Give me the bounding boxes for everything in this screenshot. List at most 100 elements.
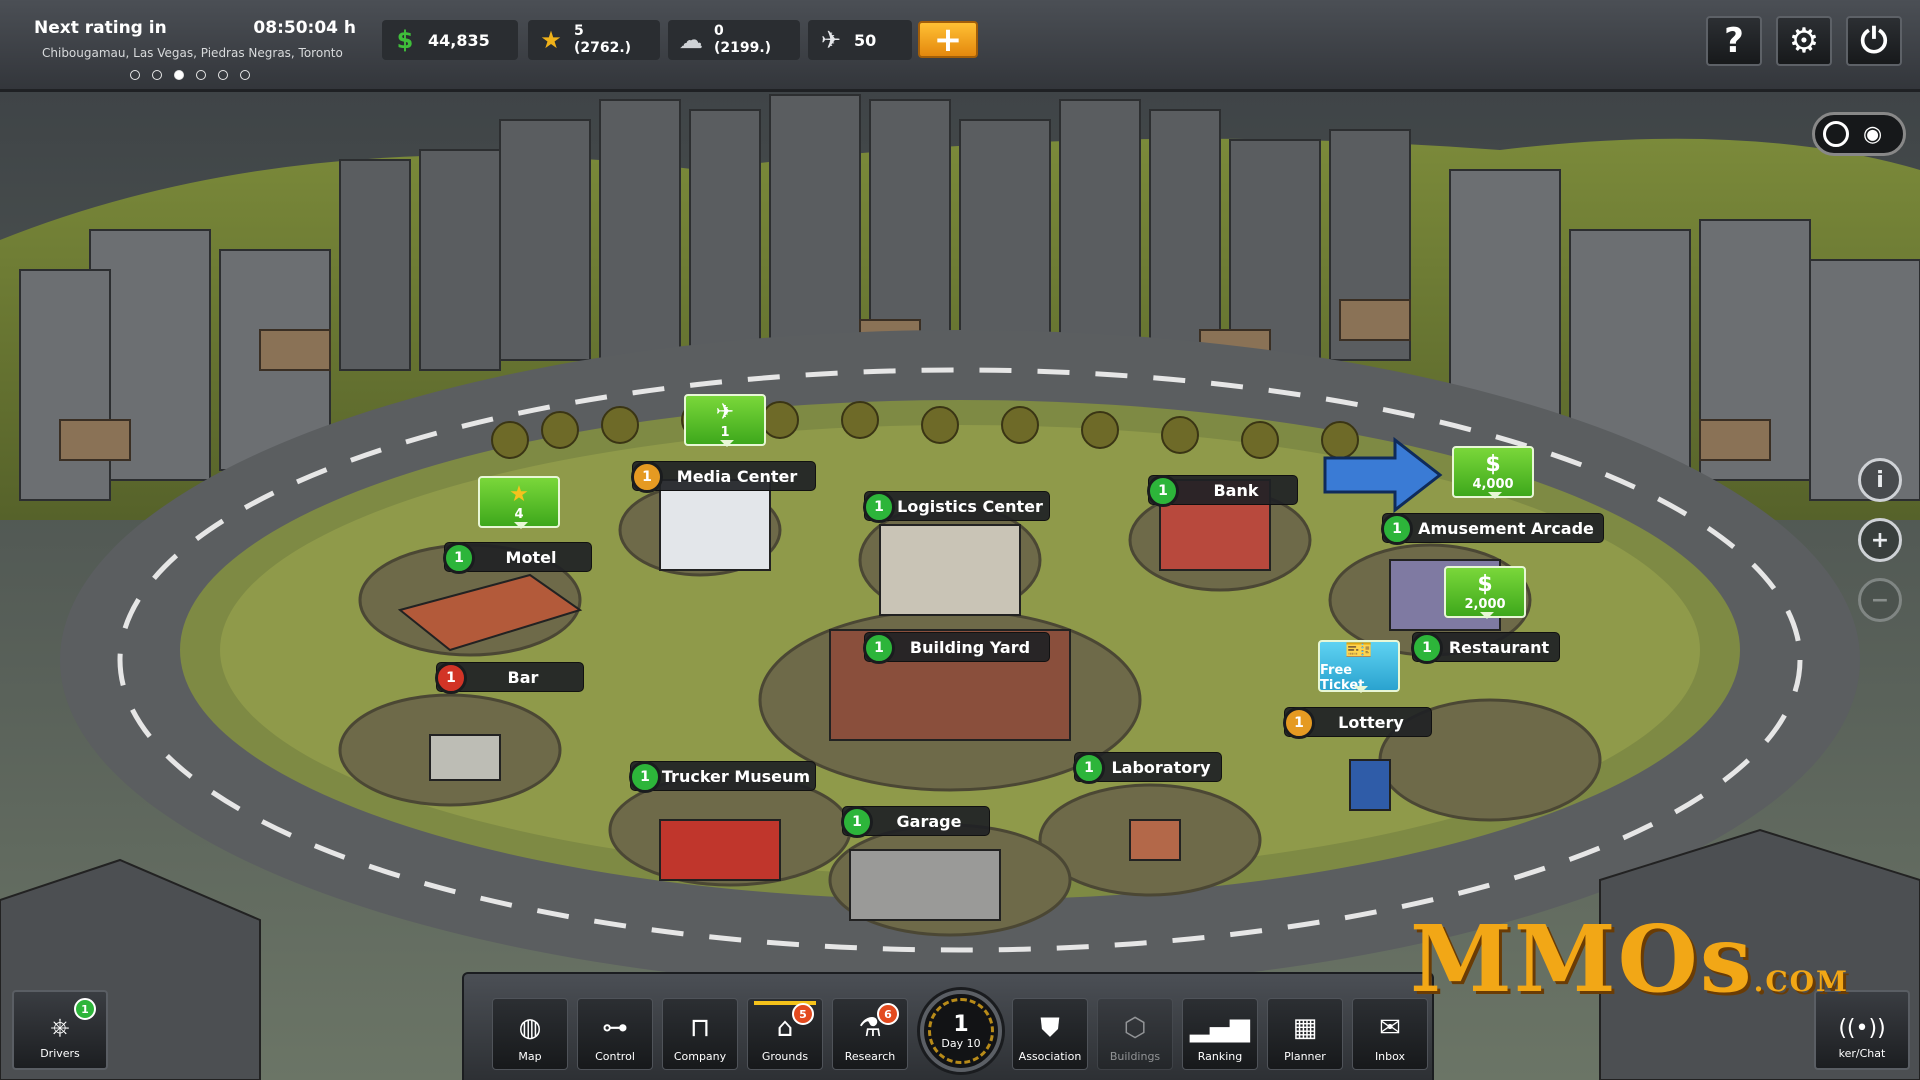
nav-label: Planner: [1284, 1050, 1326, 1063]
nav-company-button[interactable]: ⊓ Company: [662, 998, 738, 1070]
dollar-icon: $: [396, 26, 414, 54]
add-currency-button[interactable]: +: [918, 19, 978, 60]
nav-buildings-button[interactable]: ⬡ Buildings: [1097, 998, 1173, 1070]
tickets-stat[interactable]: ✈ 50: [808, 20, 912, 60]
help-button[interactable]: ?: [1706, 16, 1762, 66]
steering-wheel-icon: ⎈: [50, 1013, 70, 1041]
location-restaurant[interactable]: 1 Restaurant: [1411, 632, 1560, 664]
location-laboratory[interactable]: 1 Laboratory: [1073, 752, 1222, 784]
nav-grounds-button[interactable]: ⌂ Grounds 5: [747, 998, 823, 1070]
plus-icon: +: [933, 19, 963, 60]
restaurant-reward-bubble[interactable]: $ 2,000: [1444, 566, 1526, 619]
zoom-out-button[interactable]: −: [1858, 578, 1902, 622]
nav-research-button[interactable]: ⚗ Research 6: [832, 998, 908, 1070]
level-badge: 1: [863, 491, 895, 523]
company-icon: ⊓: [689, 1013, 711, 1043]
logout-button[interactable]: ⏻: [1846, 16, 1902, 66]
page-dot[interactable]: [152, 70, 162, 80]
nav-map-button[interactable]: ◍ Map: [492, 998, 568, 1070]
page-dot-active[interactable]: [174, 70, 184, 80]
drivers-label: Drivers: [40, 1047, 80, 1060]
location-trucker-museum[interactable]: 1 Trucker Museum: [629, 761, 816, 793]
nav-label: Company: [673, 1050, 727, 1063]
level-badge: 1: [435, 662, 467, 694]
level-badge: 1: [1381, 513, 1413, 545]
nav-label: Buildings: [1109, 1050, 1161, 1063]
rating-panel[interactable]: Next rating in 08:50:04 h Chibougamau, L…: [22, 12, 370, 88]
location-bar[interactable]: 1 Bar: [435, 662, 584, 694]
page-dot[interactable]: [196, 70, 206, 80]
location-media-center[interactable]: 1 Media Center: [631, 461, 816, 493]
location-amusement-arcade[interactable]: 1 Amusement Arcade: [1381, 513, 1604, 545]
eye-hidden-icon: ◉: [1863, 121, 1883, 147]
level-badge: 1: [863, 632, 895, 664]
lottery-free-ticket-bubble[interactable]: 🎫 Free Ticket: [1318, 638, 1400, 693]
nav-association-button[interactable]: ⛊ Association: [1012, 998, 1088, 1070]
ticket-icon: ✈: [820, 26, 842, 54]
location-logistics-center[interactable]: 1 Logistics Center: [863, 491, 1050, 523]
gear-icon: ⚙: [1788, 21, 1820, 61]
day-counter[interactable]: 1 Day 10: [920, 990, 1002, 1072]
page-dot[interactable]: [218, 70, 228, 80]
visibility-toggle[interactable]: ◉: [1812, 112, 1906, 156]
bubble-value: 4: [514, 506, 524, 522]
page-dot[interactable]: [240, 70, 250, 80]
shield-icon: ⛊: [1040, 1013, 1060, 1043]
money-stat[interactable]: $ 44,835: [382, 20, 518, 60]
info-icon: i: [1876, 467, 1884, 493]
settings-button[interactable]: ⚙: [1776, 16, 1832, 66]
fans-icon: ☁: [679, 26, 703, 54]
level-badge: 1: [443, 542, 475, 574]
arcade-reward-bubble[interactable]: $ 4,000: [1452, 446, 1534, 499]
rating-label: Next rating in: [34, 18, 167, 38]
star-icon: ★: [509, 481, 529, 507]
rating-countdown: 08:50:04 h: [253, 18, 356, 38]
bubble-value: 4,000: [1472, 476, 1514, 492]
stars-rank: (2762.): [574, 40, 632, 56]
location-lottery[interactable]: 1 Lottery: [1283, 707, 1432, 739]
rating-cities: Chibougamau, Las Vegas, Piedras Negras, …: [42, 46, 343, 60]
watermark-text: MMOs: [1410, 905, 1754, 1013]
fans-value: 0: [714, 23, 724, 39]
rating-page-dots[interactable]: [130, 70, 250, 80]
ticket-icon: 🎫: [1345, 638, 1373, 663]
fans-stat[interactable]: ☁ 0 (2199.): [668, 20, 800, 60]
research-count-badge: 6: [877, 1003, 899, 1025]
info-button[interactable]: i: [1858, 458, 1902, 502]
drivers-button[interactable]: ⎈ Drivers 1: [12, 990, 108, 1070]
stars-value: 5: [574, 23, 584, 39]
media-center-reward-bubble[interactable]: ✈ 1: [684, 394, 766, 447]
ranking-icon: ▂▄▆: [1190, 1013, 1250, 1043]
level-badge: 1: [1411, 632, 1443, 664]
location-bank[interactable]: 1 Bank: [1147, 475, 1298, 507]
inbox-icon: ✉: [1379, 1013, 1401, 1043]
bubble-value: 1: [720, 424, 730, 440]
day-number: 1: [953, 1012, 969, 1037]
grounds-count-badge: 5: [792, 1003, 814, 1025]
money-value: 44,835: [428, 30, 490, 50]
location-building-yard[interactable]: 1 Building Yard: [863, 632, 1050, 664]
location-motel[interactable]: 1 Motel: [443, 542, 592, 574]
nav-control-button[interactable]: ⊶ Control: [577, 998, 653, 1070]
nav-ranking-button[interactable]: ▂▄▆ Ranking: [1182, 998, 1258, 1070]
stars-stat[interactable]: ★ 5 (2762.): [528, 20, 660, 60]
level-badge: 1: [1283, 707, 1315, 739]
mmos-watermark-logo: MMOs.COM: [1410, 905, 1849, 1013]
planner-icon: ▦: [1292, 1013, 1318, 1043]
location-name: Amusement Arcade: [1418, 518, 1594, 538]
level-badge: 1: [631, 461, 663, 493]
page-dot[interactable]: [130, 70, 140, 80]
fans-rank: (2199.): [714, 40, 772, 56]
nav-label: Inbox: [1374, 1050, 1406, 1063]
level-badge: 1: [1147, 475, 1179, 507]
nav-label: Research: [844, 1050, 896, 1063]
nav-label: Control: [595, 1050, 635, 1063]
motel-reward-bubble[interactable]: ★ 4: [478, 476, 560, 529]
zoom-in-button[interactable]: +: [1858, 518, 1902, 562]
ticket-icon: ✈: [715, 399, 735, 425]
nav-planner-button[interactable]: ▦ Planner: [1267, 998, 1343, 1070]
level-badge: 1: [841, 806, 873, 838]
location-garage[interactable]: 1 Garage: [841, 806, 990, 838]
buildings-icon: ⬡: [1123, 1013, 1147, 1043]
nav-label: Ranking: [1197, 1050, 1243, 1063]
